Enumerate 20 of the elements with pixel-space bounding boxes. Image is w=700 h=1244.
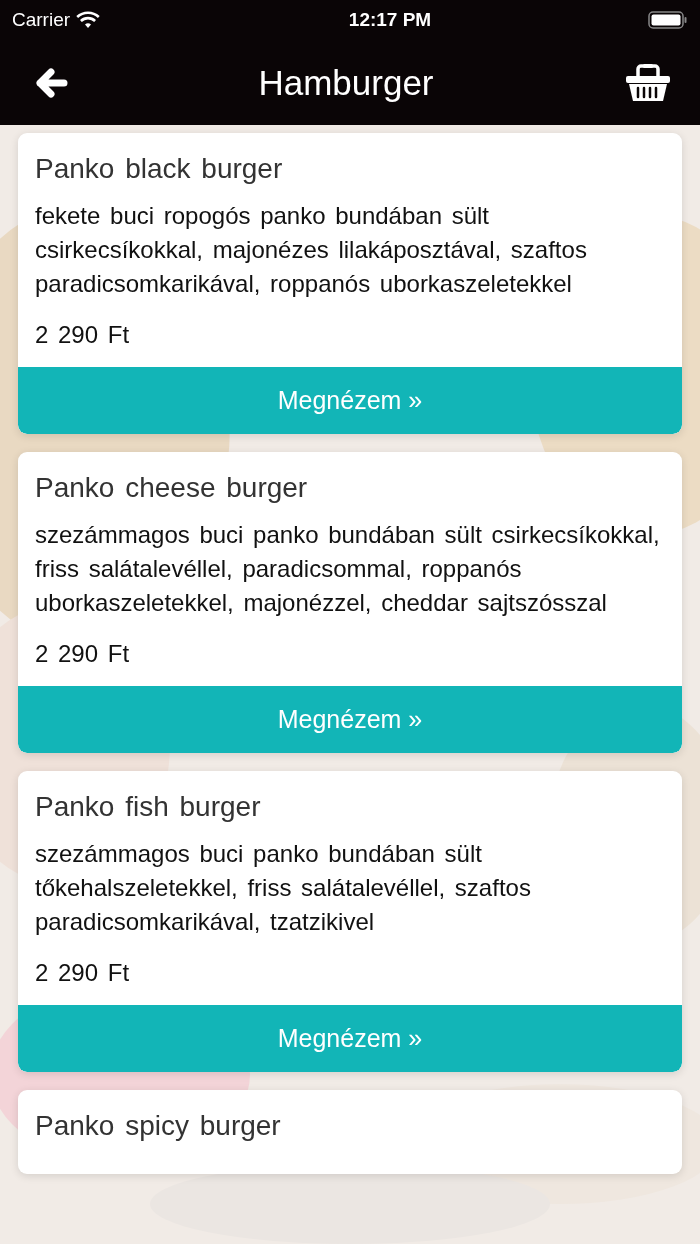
status-time: 12:17 PM bbox=[348, 9, 432, 31]
product-name: Panko black burger bbox=[35, 153, 284, 185]
view-button[interactable]: Megnézem » bbox=[18, 686, 682, 753]
product-price: 2 290 Ft bbox=[35, 959, 131, 987]
product-price: 2 290 Ft bbox=[35, 640, 131, 668]
battery-icon bbox=[648, 10, 688, 30]
product-name: Panko cheese burger bbox=[35, 472, 309, 504]
page-title: Hamburger bbox=[258, 62, 434, 103]
view-button[interactable]: Megnézem » bbox=[18, 367, 682, 434]
carrier-name: Carrier bbox=[12, 9, 71, 31]
product-name: Panko fish burger bbox=[35, 791, 262, 823]
product-description: szezámmagos buci panko bundában sült csirkecsíkokkal, friss salátalevéllel, paradicsommal, roppanós uborkaszeletekkel, majonézzel, cheddar sajtszósszal bbox=[35, 520, 661, 618]
product-description: fekete buci ropogós panko bundában sült csirkecsíkokkal, majonézes lilakáposztával, szaftos paradicsomkarikával, roppanós uborkaszeletekkel bbox=[35, 201, 588, 299]
wifi-icon bbox=[76, 11, 101, 29]
product-description: szezámmagos buci panko bundában sült tőkehalszeletekkel, friss salátalevéllel, szaftos paradicsomkarikával, tzatzikivel bbox=[35, 839, 532, 937]
product-name: Panko spicy burger bbox=[35, 1110, 282, 1142]
back-arrow-icon[interactable] bbox=[36, 66, 68, 99]
product-price: 2 290 Ft bbox=[35, 321, 131, 349]
basket-icon[interactable] bbox=[624, 62, 672, 103]
view-button[interactable]: Megnézem » bbox=[18, 1005, 682, 1072]
